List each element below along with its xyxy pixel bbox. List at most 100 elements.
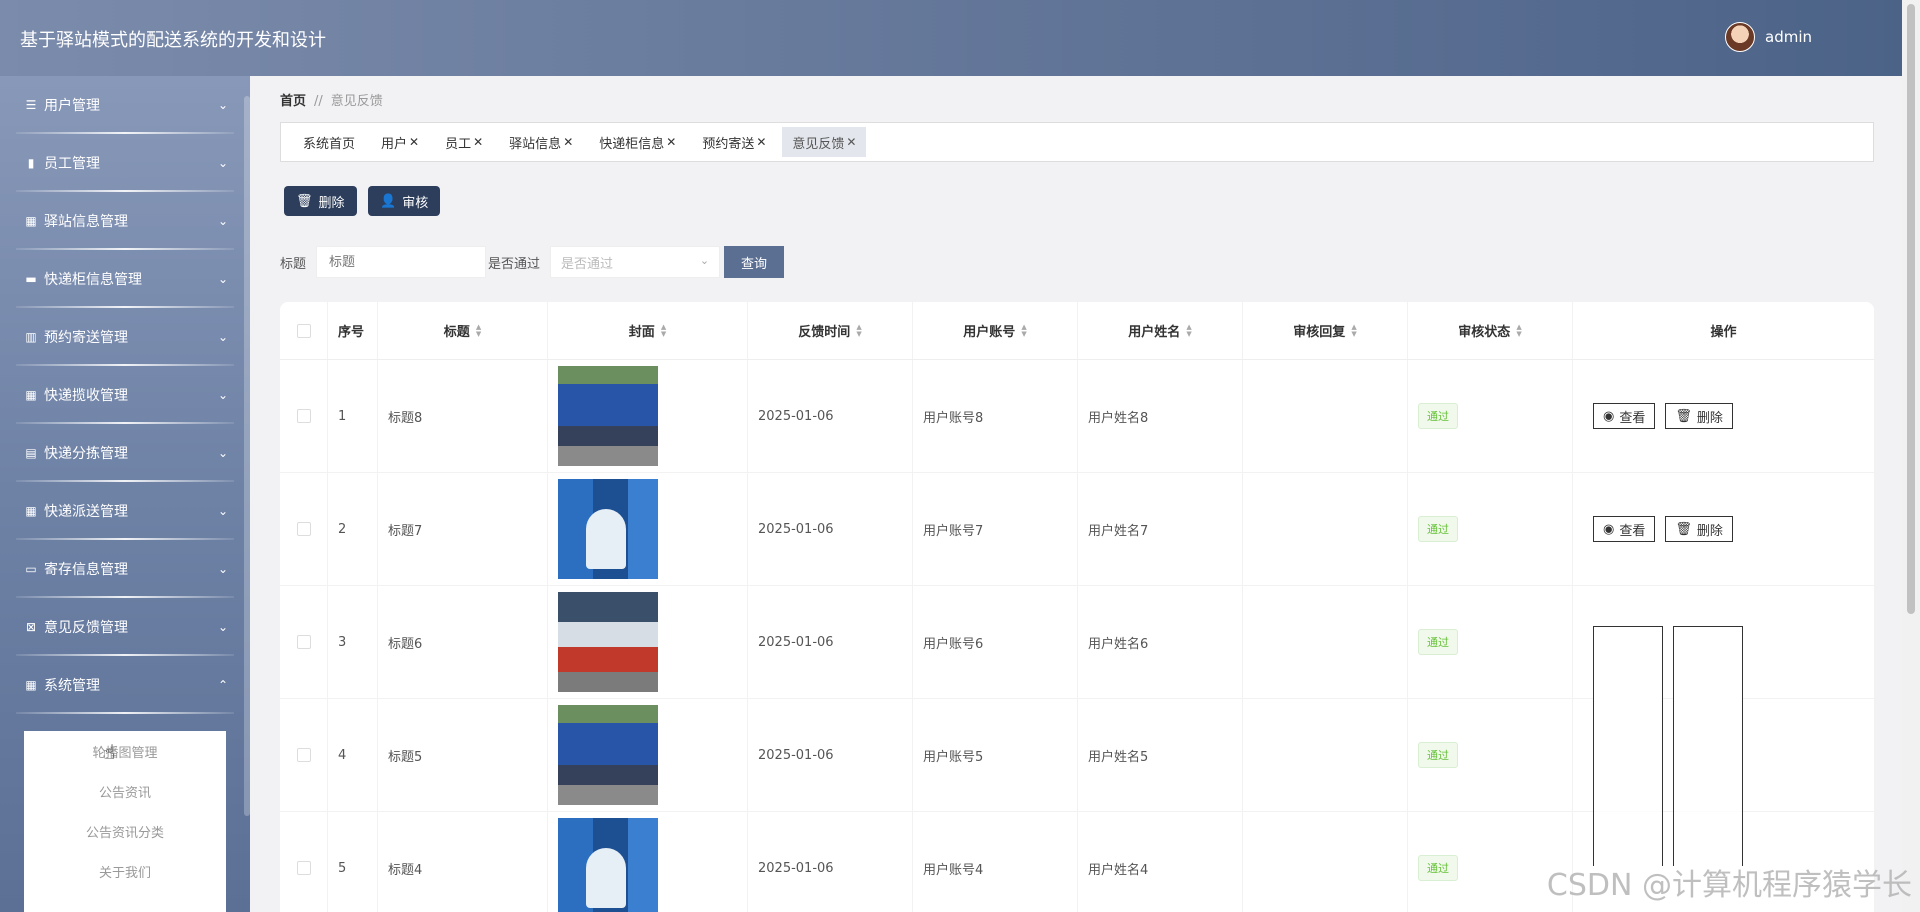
cell-cover	[548, 586, 748, 698]
tab-booking[interactable]: 预约寄送 ✕	[692, 127, 776, 157]
close-icon[interactable]: ✕	[846, 135, 856, 149]
close-icon[interactable]: ✕	[563, 135, 573, 149]
close-icon[interactable]: ✕	[473, 135, 483, 149]
query-button[interactable]: 查询	[724, 246, 785, 278]
cover-image[interactable]	[558, 818, 658, 912]
sort-icon[interactable]: ▲ ▼	[856, 323, 861, 338]
sidebar-item-pickup[interactable]: ▦ 快递揽收管理 ⌄	[0, 366, 250, 424]
tab-label: 快递柜信息	[599, 136, 665, 152]
username[interactable]: admin	[1765, 28, 1812, 46]
breadcrumb-home[interactable]: 首页	[280, 94, 306, 109]
pass-select[interactable]: 是否通过 ⌄	[550, 246, 721, 278]
cell-time: 2025-01-06	[748, 473, 913, 585]
row-checkbox[interactable]	[296, 522, 311, 536]
cell-idx: 3	[328, 586, 378, 698]
sort-icon[interactable]: ▲ ▼	[476, 323, 481, 338]
view-button-ghost[interactable]	[1593, 626, 1663, 866]
row-delete-button[interactable]: 🗑 删除	[1665, 516, 1733, 542]
cover-image[interactable]	[558, 592, 658, 692]
delete-button[interactable]: 🗑 删除	[284, 186, 357, 216]
cell-cover	[548, 360, 748, 472]
tab-station[interactable]: 驿站信息 ✕	[499, 127, 583, 157]
sidebar-item-station[interactable]: ▦ 驿站信息管理 ⌄	[0, 192, 250, 250]
select-all-checkbox[interactable]	[296, 323, 311, 338]
cell-cover	[548, 473, 748, 585]
close-box-icon: ⊠	[25, 620, 37, 634]
watermark: CSDN @计算机程序猿学长	[1546, 868, 1912, 903]
page-scrollbar[interactable]	[1902, 0, 1920, 912]
tab-home[interactable]: 系统首页	[293, 127, 365, 157]
header-cover[interactable]: 封面 ▲ ▼	[548, 302, 748, 359]
avatar[interactable]	[1725, 22, 1755, 52]
tab-feedback[interactable]: 意见反馈 ✕	[782, 127, 867, 157]
header-status[interactable]: 审核状态 ▲ ▼	[1408, 302, 1573, 359]
scrollbar-thumb[interactable]	[1907, 4, 1915, 614]
row-checkbox-cell	[280, 473, 328, 585]
title-input[interactable]	[316, 246, 487, 278]
view-button[interactable]: ◉ 查看	[1593, 403, 1656, 429]
close-icon[interactable]: ✕	[666, 135, 676, 149]
sort-icon[interactable]: ▲ ▼	[661, 323, 666, 338]
close-icon[interactable]: ✕	[409, 135, 419, 149]
cover-image[interactable]	[558, 366, 658, 466]
row-delete-button[interactable]: 🗑 删除	[1665, 403, 1733, 429]
row-checkbox[interactable]	[296, 861, 311, 875]
sidebar-item-staff[interactable]: ▮ 员工管理 ⌄	[0, 134, 250, 192]
cover-image[interactable]	[558, 479, 658, 579]
chevron-down-icon: ⌄	[217, 156, 228, 170]
sidebar-item-locker[interactable]: ▬ 快递柜信息管理 ⌄	[0, 250, 250, 308]
row-checkbox[interactable]	[296, 409, 311, 423]
sort-icon[interactable]: ▲ ▼	[1516, 323, 1521, 338]
sidebar-item-system[interactable]: ▦ 系统管理 ⌃	[0, 656, 250, 714]
cell-reply	[1243, 360, 1408, 472]
view-button[interactable]: ◉ 查看	[1593, 516, 1656, 542]
row-checkbox[interactable]	[296, 748, 311, 762]
cover-image[interactable]	[558, 705, 658, 805]
cell-reply	[1243, 812, 1408, 912]
eye-icon: ◉	[1603, 408, 1615, 424]
status-badge: 通过	[1418, 742, 1458, 768]
grid-icon: ▦	[25, 214, 37, 228]
chevron-down-icon: ⌄	[217, 214, 228, 228]
grid-icon: ▦	[25, 678, 37, 692]
user-menu[interactable]: admin	[1725, 22, 1812, 52]
submenu-item-carousel[interactable]: 轮播图管理	[24, 731, 226, 771]
header-reply[interactable]: 审核回复 ▲ ▼	[1243, 302, 1408, 359]
chevron-down-icon: ⌄	[217, 620, 228, 634]
chevron-up-icon: ⌃	[217, 678, 228, 692]
sort-icon[interactable]: ▲ ▼	[1351, 323, 1356, 338]
sidebar-item-storage[interactable]: ▭ 寄存信息管理 ⌄	[0, 540, 250, 598]
row-checkbox-cell	[280, 699, 328, 811]
sort-icon[interactable]: ▲ ▼	[1186, 323, 1191, 338]
sidebar-item-sorting[interactable]: ▤ 快递分拣管理 ⌄	[0, 424, 250, 482]
grid-icon: ▦	[25, 504, 37, 518]
close-icon[interactable]: ✕	[756, 135, 766, 149]
header-time[interactable]: 反馈时间 ▲ ▼	[748, 302, 913, 359]
sidebar-item-feedback[interactable]: ⊠ 意见反馈管理 ⌄	[0, 598, 250, 656]
sidebar-item-label: 系统管理	[44, 678, 100, 694]
row-checkbox[interactable]	[296, 635, 311, 649]
sidebar-item-users[interactable]: ☰ 用户管理 ⌄	[0, 76, 250, 134]
submenu-item-notice[interactable]: 公告资讯	[24, 771, 226, 811]
tab-staff[interactable]: 员工 ✕	[435, 127, 493, 157]
header-ops: 操作	[1710, 325, 1737, 340]
submenu-item-about[interactable]: 关于我们	[24, 851, 226, 891]
submenu-item-notice-category[interactable]: 公告资讯分类	[24, 811, 226, 851]
cell-account: 用户账号7	[913, 473, 1078, 585]
tab-users[interactable]: 用户 ✕	[371, 127, 429, 157]
header-title[interactable]: 标题 ▲ ▼	[378, 302, 548, 359]
sidebar-item-delivery[interactable]: ▦ 快递派送管理 ⌄	[0, 482, 250, 540]
search-row: 标题 是否通过 是否通过 ⌄ 查询	[280, 246, 785, 278]
table-row: 1 标题8 2025-01-06 用户账号8 用户姓名8 通过 ◉ 查看 🗑 删除	[280, 360, 1874, 473]
audit-button[interactable]: 👤 审核	[368, 186, 441, 216]
header-title-label: 标题	[443, 325, 470, 340]
pass-label: 是否通过	[488, 256, 541, 272]
sort-icon[interactable]: ▲ ▼	[1021, 323, 1026, 338]
header-name[interactable]: 用户姓名 ▲ ▼	[1078, 302, 1243, 359]
tab-locker[interactable]: 快递柜信息 ✕	[589, 127, 686, 157]
status-badge: 通过	[1418, 629, 1458, 655]
header-account[interactable]: 用户账号 ▲ ▼	[913, 302, 1078, 359]
sidebar-item-booking[interactable]: ▥ 预约寄送管理 ⌄	[0, 308, 250, 366]
sidebar-item-label: 用户管理	[44, 98, 100, 114]
delete-button-ghost[interactable]	[1673, 626, 1743, 866]
